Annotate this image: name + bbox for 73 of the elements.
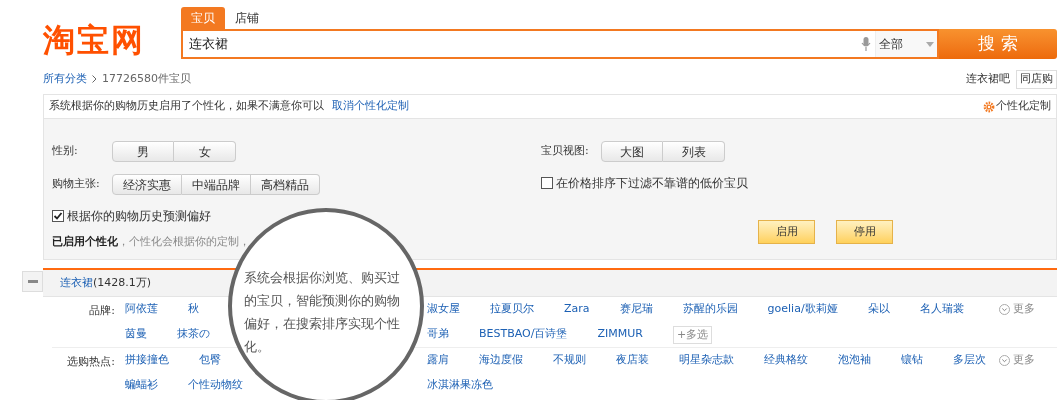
filter-link[interactable]: 不规则 <box>553 352 586 369</box>
more-button[interactable]: 更多 <box>999 352 1035 369</box>
search-field[interactable]: 连衣裙 全部 <box>181 29 939 59</box>
option-button[interactable]: 中端品牌 <box>182 174 251 195</box>
status-text: 已启用个性化，个性化会根据你的定制， <box>52 234 251 250</box>
checkbox[interactable] <box>541 177 553 189</box>
attribute-label: 品牌: <box>88 303 116 319</box>
tooltip-text: 系统会根据你浏览、购买过的宝贝，智能预测你的购物偏好，在搜索排序实现个性化。 <box>244 269 401 356</box>
checkbox-label: 在价格排序下过滤不靠谱的低价宝贝 <box>556 175 748 192</box>
checkmark-icon <box>53 211 63 221</box>
option-button[interactable]: 大图 <box>601 141 663 162</box>
filter-link[interactable]: 哥弟 <box>427 325 449 344</box>
cancel-link[interactable]: 取消个性化定制 <box>332 98 409 115</box>
filter-link[interactable]: 多层次 <box>953 352 986 369</box>
breadcrumb-link[interactable]: 所有分类 <box>43 70 87 88</box>
filter-link[interactable]: 阿依莲 <box>125 301 158 318</box>
filter-link[interactable]: 抹茶の <box>177 326 210 343</box>
more-button[interactable]: 更多 <box>999 301 1035 318</box>
filter-link[interactable]: 经典格纹 <box>764 352 808 369</box>
filter-link[interactable]: 拼接撞色 <box>125 352 169 369</box>
option-button[interactable]: 男 <box>112 141 174 162</box>
filter-link[interactable]: 赛尼瑞 <box>619 301 653 318</box>
chevron-down-icon <box>999 304 1010 315</box>
filter-link[interactable]: 名人瑞裳 <box>919 301 964 318</box>
option-button[interactable]: 经济实惠 <box>112 174 182 195</box>
scope-dropdown[interactable]: 全部 <box>875 31 937 57</box>
filter-link[interactable]: 泡泡袖 <box>838 352 871 369</box>
forum-link[interactable]: 连衣裙吧 <box>966 70 1010 88</box>
filter-link[interactable]: 镶钻 <box>901 352 923 369</box>
minus-icon <box>27 280 38 283</box>
option-label: 性别: <box>52 143 79 160</box>
notice-text: 系统根据你的购物历史启用了个性化，如果不满意你可以 <box>49 98 324 115</box>
filter-link[interactable]: 冰淇淋果冻色 <box>427 377 493 394</box>
filter-link[interactable]: 秋 <box>188 301 199 318</box>
option-button[interactable]: 高档精品 <box>251 174 320 195</box>
filter-link[interactable]: 茵曼 <box>125 326 147 343</box>
gear-icon <box>983 100 995 113</box>
settings-button[interactable]: 个性化定制 <box>983 98 1051 115</box>
category-link[interactable]: 连衣裙 <box>60 274 93 292</box>
same-store-button[interactable]: 同店购 <box>1016 69 1057 89</box>
filter-link[interactable]: 苏醒的乐园 <box>682 301 738 318</box>
filter-link[interactable]: 朵以 <box>867 301 890 318</box>
attribute-label: 选购热点: <box>66 354 116 370</box>
filter-link[interactable]: 拉夏贝尔 <box>490 301 534 318</box>
filter-link[interactable]: 海边度假 <box>479 352 523 369</box>
filter-link[interactable]: BESTBAO/百诗堡 <box>479 325 568 344</box>
checkbox-label: 根据你的购物历史预测偏好 <box>67 208 211 225</box>
checkbox[interactable] <box>52 210 64 222</box>
option-label: 购物主张: <box>52 176 101 193</box>
search-tab[interactable]: 店铺 <box>225 7 269 29</box>
option-button[interactable]: 列表 <box>663 141 725 162</box>
filter-link[interactable]: goelia/歌莉娅 <box>767 301 838 318</box>
multi-select-button[interactable]: +多选 <box>672 325 713 344</box>
collapse-button[interactable] <box>22 271 43 292</box>
filter-link[interactable]: Zara <box>564 301 590 318</box>
action-button[interactable]: 停用 <box>836 220 893 244</box>
action-button[interactable]: 启用 <box>758 220 815 244</box>
filter-link[interactable]: 淑女屋 <box>427 301 460 318</box>
filter-link[interactable]: 夜店装 <box>616 352 649 369</box>
caret-icon <box>926 41 934 47</box>
category-count: (1428.1万) <box>93 274 152 291</box>
filter-link[interactable]: 露肩 <box>427 352 449 369</box>
filter-link[interactable]: 包臀 <box>199 352 221 369</box>
chevron-down-icon <box>999 355 1010 366</box>
filter-link[interactable]: 个性动物纹 <box>188 377 243 394</box>
result-count: 17726580件宝贝 <box>102 70 191 87</box>
option-button[interactable]: 女 <box>174 141 236 162</box>
microphone-icon[interactable] <box>861 36 871 52</box>
option-label: 宝贝视图: <box>541 143 590 160</box>
chevron-icon <box>92 75 97 83</box>
filter-link[interactable]: 明星杂志款 <box>679 352 734 369</box>
filter-link[interactable]: 蝙蝠衫 <box>125 377 158 394</box>
filter-link[interactable]: ZIMMUR <box>597 325 643 344</box>
